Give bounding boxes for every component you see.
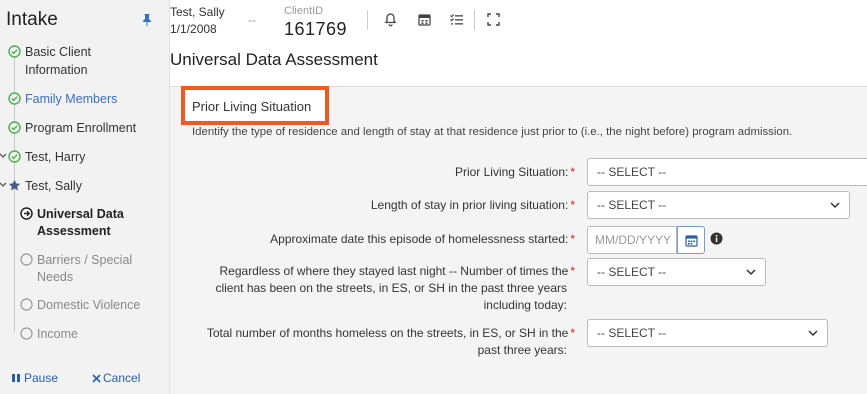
check-circle-icon	[8, 92, 21, 105]
required-marker: *	[570, 232, 575, 246]
select-value: -- SELECT --	[597, 165, 667, 179]
calendar-icon[interactable]	[417, 12, 432, 27]
step-label: Test, Sally	[25, 179, 82, 193]
select-value: -- SELECT --	[597, 326, 667, 340]
step-label: Income	[37, 327, 78, 341]
header-divider	[367, 10, 368, 30]
step-label: Basic Client	[25, 45, 91, 59]
step-label: Barriers / Special	[37, 253, 133, 267]
step-label: Information	[25, 63, 88, 77]
prior-living-situation-label: Prior Living Situation: *	[454, 165, 575, 179]
chevron-down-icon	[746, 269, 756, 276]
prior-living-situation-select[interactable]: -- SELECT --	[587, 158, 867, 186]
chevron-down-icon[interactable]	[0, 181, 7, 189]
header-separator: --	[248, 13, 256, 27]
calendar-icon	[685, 235, 698, 247]
section-title-highlight: Prior Living Situation	[181, 86, 329, 125]
step-label: Needs	[37, 270, 74, 284]
required-marker: *	[570, 264, 575, 278]
step-label: Universal Data	[37, 207, 124, 221]
homelessness-start-date-input[interactable]: MM/DD/YYYY	[587, 226, 677, 254]
pin-icon[interactable]	[140, 13, 154, 27]
info-icon[interactable]	[710, 232, 723, 245]
step-label: Program Enrollment	[25, 121, 137, 135]
checklist-icon[interactable]	[449, 12, 464, 27]
required-marker: *	[570, 326, 575, 340]
months-homeless-label: Total number of months homeless on the s…	[206, 326, 575, 357]
check-circle-icon	[8, 45, 21, 58]
times-homeless-label: Regardless of where they stayed last nig…	[215, 264, 575, 312]
step-label: Domestic Violence	[37, 298, 141, 312]
sidebar-title: Intake	[6, 9, 58, 30]
section-title: Prior Living Situation	[192, 99, 312, 114]
page-title: Universal Data Assessment	[170, 50, 378, 69]
cancel-button[interactable]: Cancel	[92, 371, 140, 385]
months-homeless-select[interactable]: -- SELECT --	[587, 319, 828, 347]
times-homeless-select[interactable]: -- SELECT --	[587, 258, 766, 286]
header-divider	[474, 10, 475, 30]
client-dob: 1/1/2008	[170, 22, 217, 36]
length-of-stay-select[interactable]: -- SELECT --	[587, 191, 850, 219]
required-marker: *	[570, 165, 575, 179]
select-value: -- SELECT --	[597, 265, 667, 279]
pause-button[interactable]: Pause	[11, 371, 58, 385]
intake-sidebar: Intake Basic Client Information Family M…	[0, 0, 170, 394]
length-of-stay-label: Length of stay in prior living situation…	[370, 198, 575, 212]
step-label: Assessment	[37, 224, 111, 238]
date-picker-button[interactable]	[677, 226, 705, 254]
close-icon	[92, 374, 101, 383]
check-circle-icon	[8, 150, 21, 163]
chevron-down-icon	[808, 330, 818, 337]
chevron-down-icon[interactable]	[0, 152, 7, 160]
client-name: Test, Sally	[170, 5, 225, 19]
bell-icon[interactable]	[383, 12, 398, 27]
expand-icon[interactable]	[486, 12, 501, 27]
check-circle-icon	[8, 121, 21, 134]
step-label: Family Members	[25, 92, 118, 106]
pause-label: Pause	[24, 371, 59, 385]
arrow-circle-right-icon	[20, 207, 33, 220]
client-id-value: 161769	[284, 19, 348, 39]
step-label: Test, Harry	[25, 150, 86, 164]
client-id-label: ClientID	[284, 5, 324, 17]
required-marker: *	[570, 198, 575, 212]
empty-circle-icon	[20, 253, 33, 266]
section-instructions: Identify the type of residence and lengt…	[192, 126, 793, 138]
homelessness-start-date-label: Approximate date this episode of homeles…	[270, 232, 575, 246]
empty-circle-icon	[20, 298, 33, 311]
cancel-label: Cancel	[103, 371, 141, 385]
empty-circle-icon	[20, 327, 33, 340]
select-value: -- SELECT --	[597, 198, 667, 212]
chevron-down-icon	[830, 202, 840, 209]
star-icon	[8, 179, 21, 191]
pause-icon	[12, 374, 20, 382]
